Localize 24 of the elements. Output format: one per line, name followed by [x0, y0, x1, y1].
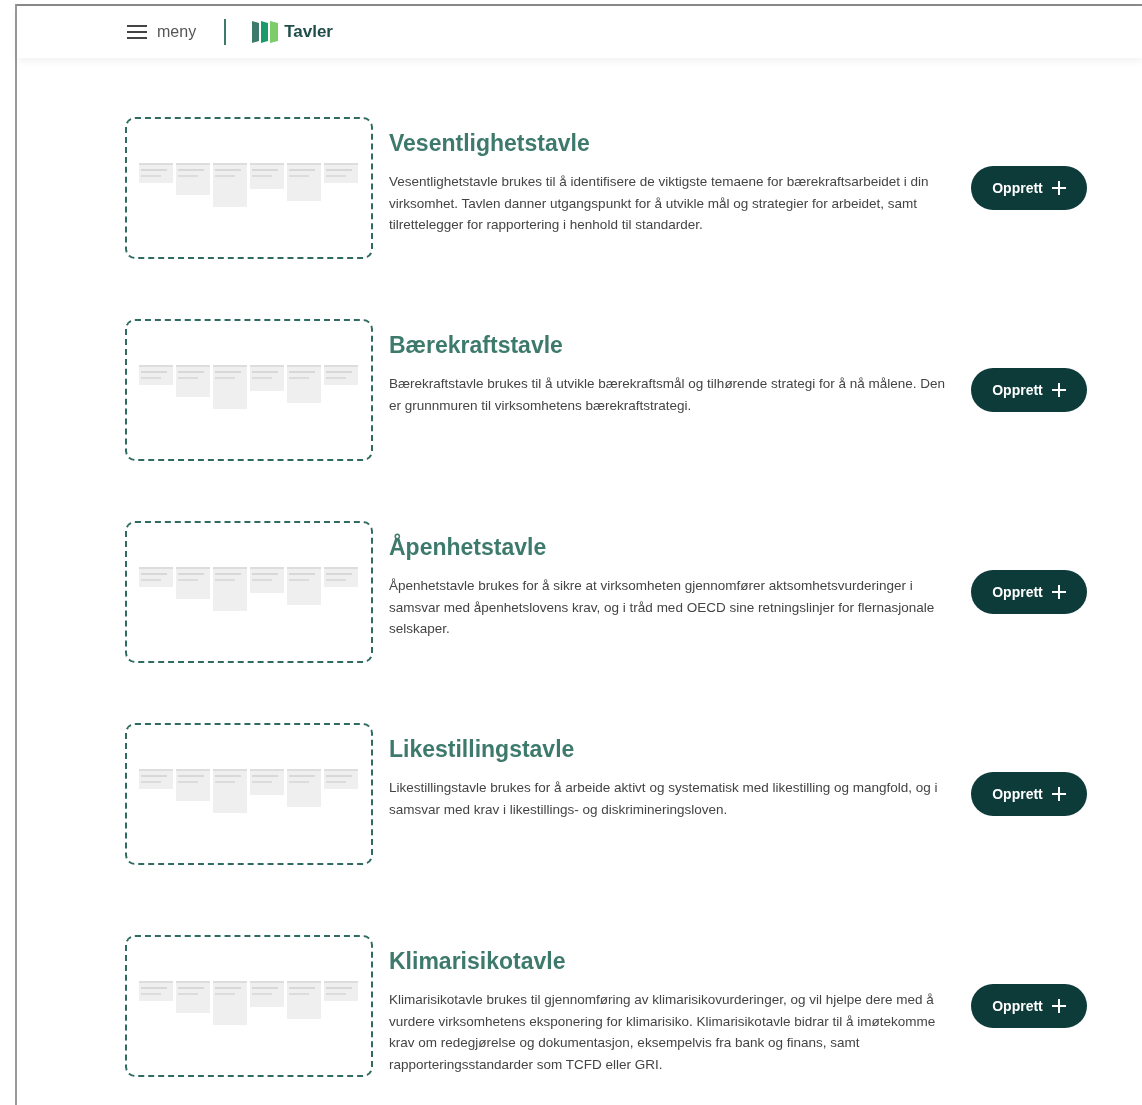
logo-icon	[252, 19, 279, 45]
plus-icon	[1051, 383, 1066, 397]
create-button[interactable]: Opprett	[971, 166, 1087, 210]
board-title: Åpenhetstavle	[389, 534, 548, 561]
board-description: Vesentlighetstavle brukes til å identifisere de viktigste temaene for bærekraftsarbeidet i din virksomhet. Tavlen danner utgangspunkt for å utvikle mål og strategier for arbeidet, samt tilrettelegger for rapportering i henhold til standarder.	[389, 173, 930, 234]
create-button[interactable]: Opprett	[971, 772, 1087, 816]
board-description: Bærekraftstavle brukes til å utvikle bærekraftsmål og tilhørende strategi for å nå målene. Den er grunnmuren til virksomhetens bærekraftstrategi.	[389, 375, 946, 415]
board-title: Vesentlighetstavle	[389, 130, 591, 157]
create-button[interactable]: Opprett	[971, 570, 1087, 614]
board-title: Klimarisikotavle	[389, 948, 567, 975]
board-title: Bærekraftstavle	[389, 332, 564, 359]
plus-icon	[1051, 999, 1066, 1013]
board-description: Likestillingstavle brukes for å arbeide aktivt og systematisk med likestilling og mangfold, og i samsvar med krav i likestillings- og diskrimineringsloven.	[389, 779, 939, 819]
plus-icon	[1051, 181, 1066, 195]
plus-icon	[1051, 585, 1066, 599]
menu-button[interactable]: meny	[127, 23, 197, 41]
plus-icon	[1051, 787, 1066, 801]
create-button[interactable]: Opprett	[971, 368, 1087, 412]
board-description: Åpenhetstavle brukes for å sikre at virksomheten gjennomfører aktsomhetsvurderinger i samsvar med åpenhetslovens krav, og i tråd med OECD sine retningslinjer for flernasjonale selskaper.	[389, 577, 936, 638]
app-name: Tavler	[284, 22, 333, 42]
create-button[interactable]: Opprett	[971, 984, 1087, 1028]
menu-icon	[127, 24, 147, 40]
board-description: Klimarisikotavle brukes til gjennomføring av klimarisikovurderinger, og vil hjelpe dere med å vurdere virksomhetens eksponering for klimarisiko. Klimarisikotavle bidrar til å imøtekomme krav om redegjørelse og dokumentasjon, eksempelvis fra bank og finans, samt rapporteringsstandarder som TCFD eller GRI.	[389, 991, 937, 1074]
board-title: Likestillingstavle	[389, 736, 576, 763]
